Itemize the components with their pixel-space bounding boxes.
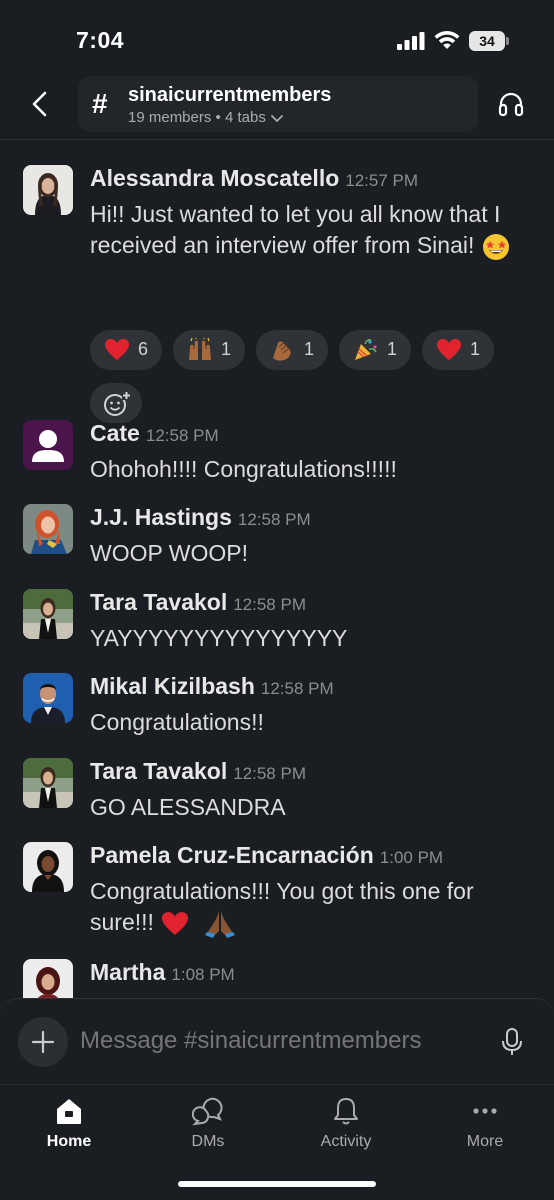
message-author[interactable]: Martha	[90, 959, 165, 985]
avatar[interactable]	[23, 420, 73, 470]
message-author[interactable]: Tara Tavakol	[90, 589, 227, 615]
message-time: 12:58 PM	[260, 679, 334, 698]
message-author[interactable]: Tara Tavakol	[90, 758, 227, 784]
message-text: Hi!! Just wanted to let you all know tha…	[90, 199, 536, 262]
back-chevron-icon[interactable]	[26, 89, 54, 119]
plus-icon	[31, 1030, 55, 1054]
home-indicator	[178, 1181, 376, 1187]
add-reaction-button[interactable]	[90, 383, 142, 423]
channel-name: sinaicurrentmembers	[128, 84, 332, 106]
avatar[interactable]	[23, 758, 73, 808]
message-time: 12:58 PM	[233, 595, 306, 614]
red-heart-emoji	[105, 339, 129, 360]
reaction-chip[interactable]: 1	[339, 330, 411, 370]
red-heart-emoji	[437, 339, 461, 360]
star-struck-emoji	[482, 233, 509, 260]
message-text: Ohohoh!!!! Congratulations!!!!!	[90, 456, 397, 482]
red-heart-emoji	[162, 912, 189, 935]
message-author[interactable]: Mikal Kizilbash	[90, 673, 255, 699]
wifi-icon	[434, 30, 460, 49]
message-input[interactable]	[80, 1027, 480, 1055]
reaction-count: 1	[470, 339, 481, 359]
reaction-chip[interactable]: 1	[173, 330, 245, 370]
tab-activity[interactable]: Activity	[296, 1095, 396, 1155]
message-time: 12:57 PM	[345, 171, 419, 190]
message-text: YAYYYYYYYYYYYYYYY	[90, 625, 348, 651]
avatar[interactable]	[23, 842, 73, 892]
reaction-count: 1	[387, 339, 398, 359]
tab-more[interactable]: More	[435, 1095, 535, 1155]
message-author[interactable]: J.J. Hastings	[90, 504, 232, 530]
tab-dms-label: DMs	[191, 1133, 225, 1150]
praying-hands-emoji	[204, 910, 235, 938]
huddle-headphones-icon[interactable]	[497, 90, 525, 118]
message-time: 12:58 PM	[145, 426, 219, 445]
avatar[interactable]	[23, 673, 73, 723]
message-text: WOOP WOOP!	[90, 540, 249, 566]
message-text: Congratulations!!	[90, 709, 264, 735]
avatar[interactable]	[23, 165, 73, 215]
add-emoji-icon	[104, 391, 131, 416]
tab-dms[interactable]: DMs	[158, 1095, 258, 1155]
battery-icon: 34	[469, 31, 509, 51]
message-time: 12:58 PM	[233, 764, 306, 783]
status-bar: 7:04 34	[0, 0, 554, 70]
home-icon	[57, 1099, 81, 1124]
channel-info-button[interactable]: # sinaicurrentmembers 19 members • 4 tab…	[78, 76, 478, 132]
message-list[interactable]: Alessandra Moscatello 12:57 PM Hi!! Just …	[0, 141, 554, 998]
tab-more-label: More	[466, 1133, 504, 1150]
more-icon	[473, 1108, 497, 1114]
avatar[interactable]	[23, 959, 73, 998]
message-author[interactable]: Pamela Cruz-Encarnación	[90, 842, 374, 868]
reaction-count: 1	[304, 339, 315, 359]
tab-home-label: Home	[46, 1133, 92, 1150]
reaction-chip[interactable]: 6	[90, 330, 162, 370]
party-popper-emoji	[355, 339, 377, 360]
message-time: 1:00 PM	[379, 848, 444, 867]
dms-icon	[192, 1097, 223, 1126]
message-time: 1:08 PM	[171, 965, 235, 984]
raised-hands-emoji	[189, 338, 211, 360]
message-text: Congratulations!!! You got this one for …	[90, 876, 536, 939]
hash-icon: #	[92, 88, 108, 119]
cellular-signal-icon	[397, 32, 425, 50]
tab-home[interactable]: Home	[19, 1095, 119, 1155]
channel-meta-text: 19 members • 4 tabs	[128, 109, 266, 126]
tab-activity-label: Activity	[320, 1133, 372, 1150]
message-author[interactable]: Alessandra Moscatello	[90, 165, 339, 191]
channel-header: # sinaicurrentmembers 19 members • 4 tab…	[0, 70, 554, 140]
message-author[interactable]: Cate	[90, 420, 140, 446]
message-text: GO ALESSANDRA	[90, 794, 286, 820]
avatar[interactable]	[23, 504, 73, 554]
clapping-hands-emoji	[273, 341, 291, 361]
message-composer	[0, 998, 554, 1084]
message-time: 12:58 PM	[237, 510, 311, 529]
chevron-down-icon	[271, 115, 283, 123]
avatar[interactable]	[23, 589, 73, 639]
reaction-count: 6	[138, 339, 149, 359]
battery-level: 34	[469, 31, 505, 51]
reaction-chip[interactable]: 1	[422, 330, 494, 370]
channel-meta: 19 members • 4 tabs	[128, 109, 284, 126]
microphone-icon[interactable]	[499, 1027, 525, 1057]
attach-button[interactable]	[18, 1017, 68, 1067]
bell-icon	[334, 1098, 358, 1125]
reaction-chip[interactable]: 1	[256, 330, 328, 370]
reaction-count: 1	[221, 339, 232, 359]
status-time: 7:04	[76, 27, 125, 53]
